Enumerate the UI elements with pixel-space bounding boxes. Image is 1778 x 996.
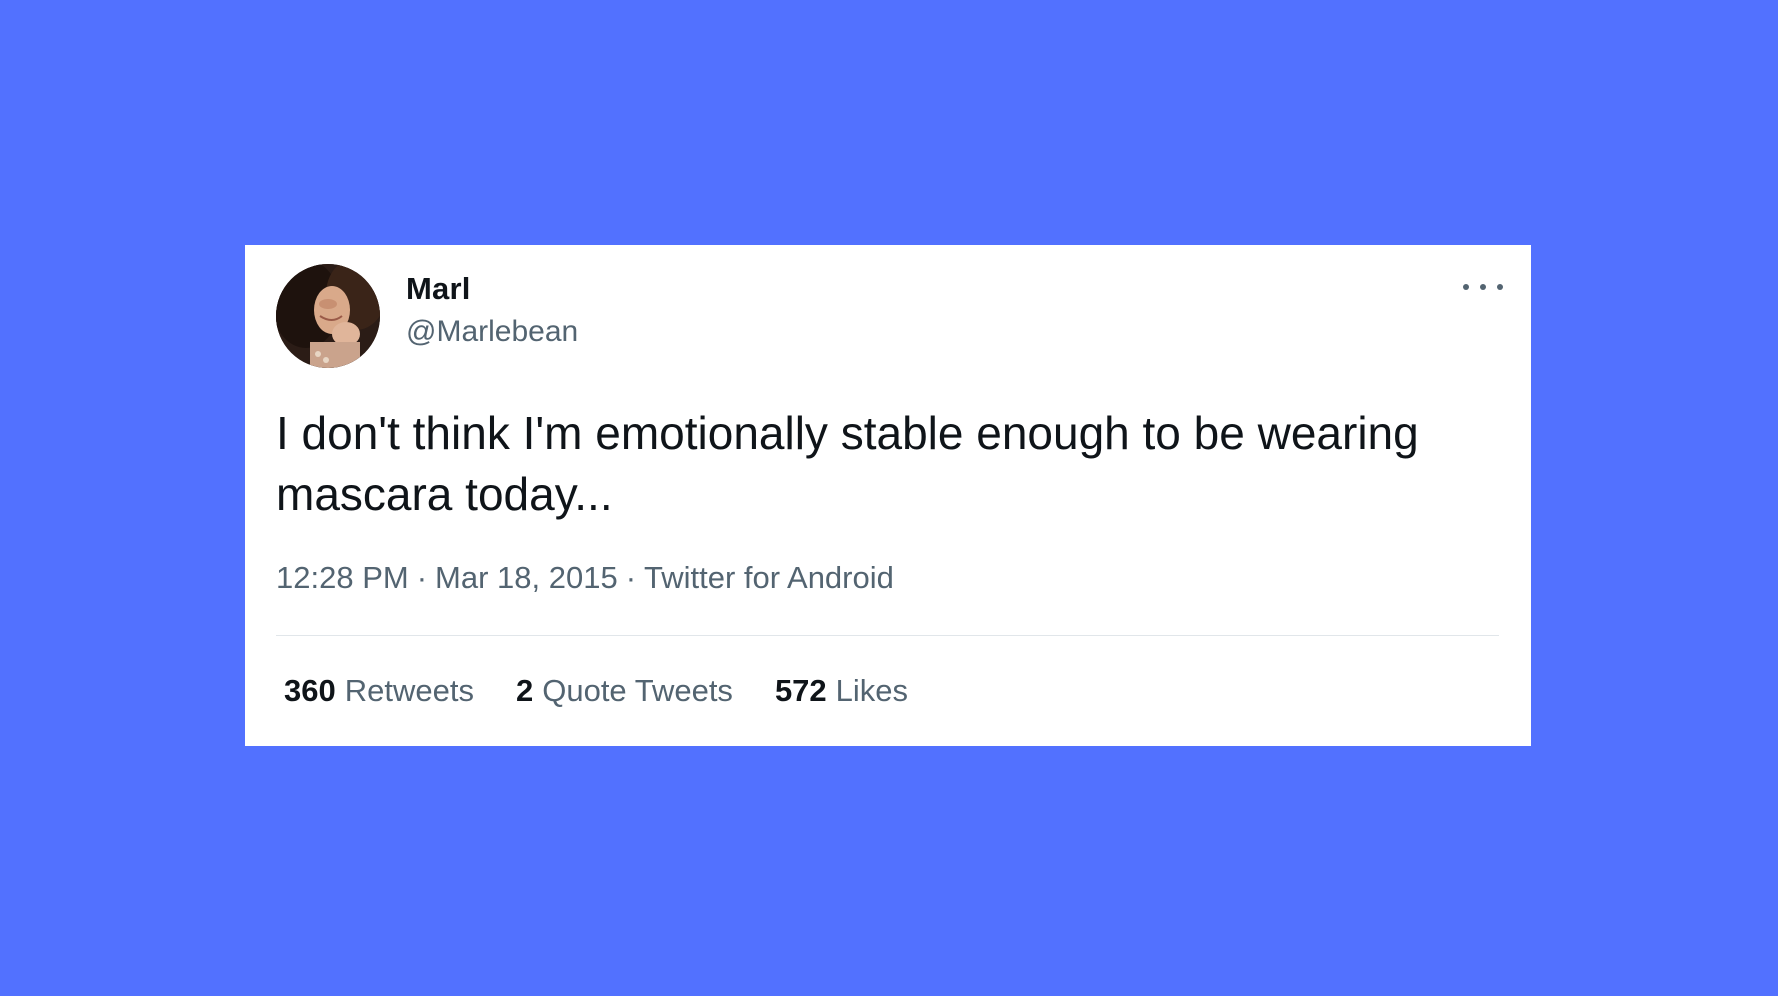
retweets-label: Retweets xyxy=(344,673,474,708)
tweet-card: Marl @Marlebean I don't think I'm emotio… xyxy=(245,245,1531,746)
quote-tweets-label: Quote Tweets xyxy=(542,673,733,708)
more-icon-dot xyxy=(1497,284,1503,290)
tweet-meta: 12:28 PM · Mar 18, 2015 · Twitter for Androi… xyxy=(276,560,894,596)
author-display-name[interactable]: Marl xyxy=(406,271,471,307)
meta-separator: · xyxy=(625,560,637,595)
meta-separator: · xyxy=(416,560,428,595)
likes-stat[interactable]: 572 Likes xyxy=(775,673,908,709)
tweet-stats: 360 Retweets 2 Quote Tweets 572 Likes xyxy=(284,673,908,709)
likes-label: Likes xyxy=(835,673,909,708)
more-horizontal-icon xyxy=(1463,284,1469,290)
tweet-time[interactable]: 12:28 PM xyxy=(276,560,409,595)
tweet-text: I don't think I'm emotionally stable eno… xyxy=(276,407,1419,520)
divider xyxy=(276,635,1499,636)
tweet-date[interactable]: Mar 18, 2015 xyxy=(435,560,618,595)
quote-tweets-count: 2 xyxy=(515,673,534,708)
more-icon-dot xyxy=(1480,284,1486,290)
avatar-image xyxy=(276,264,380,368)
author-handle[interactable]: @Marlebean xyxy=(406,315,578,349)
more-options-button[interactable] xyxy=(1463,275,1503,299)
quote-tweets-stat[interactable]: 2 Quote Tweets xyxy=(516,673,733,709)
tweet-source[interactable]: Twitter for Android xyxy=(644,560,894,595)
retweets-count: 360 xyxy=(284,673,336,708)
retweets-stat[interactable]: 360 Retweets xyxy=(284,673,474,709)
avatar[interactable] xyxy=(276,264,380,368)
likes-count: 572 xyxy=(774,673,827,708)
